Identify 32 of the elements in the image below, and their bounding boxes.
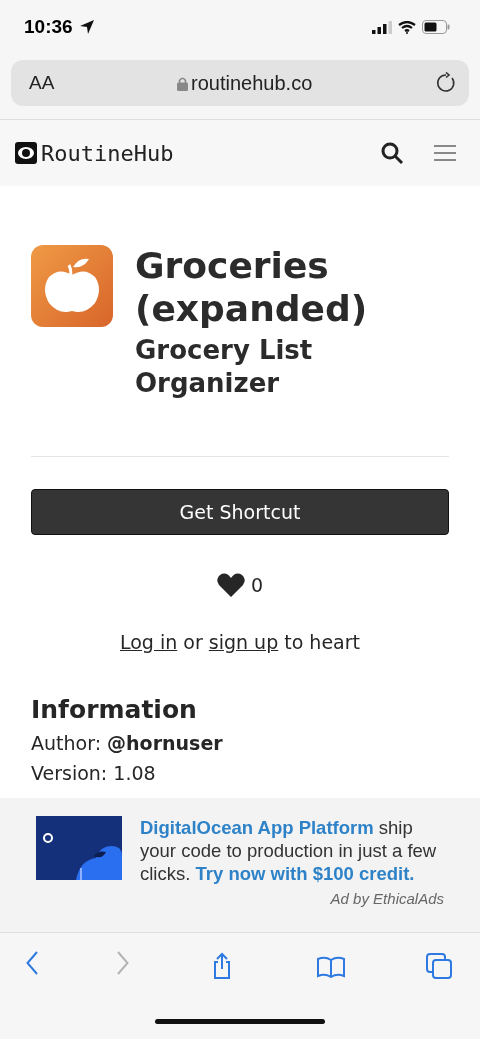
heart-prompt: Log in or sign up to heart xyxy=(118,631,361,653)
url-text: routinehub.co xyxy=(191,71,313,95)
apple-app-icon xyxy=(31,245,113,327)
signup-link[interactable]: sign up xyxy=(208,631,279,653)
information-line: Author: @hornuser xyxy=(31,731,224,756)
text-size-button[interactable]: AA xyxy=(29,72,55,94)
ad-text: DigitalOcean App Platform ship your code to production in just a few clicks. Try now with $100 credit. xyxy=(140,816,438,885)
lock-icon xyxy=(177,75,189,91)
back-icon xyxy=(26,951,38,975)
shortcut-title: Groceries (expanded) xyxy=(135,244,369,330)
location-arrow-icon xyxy=(78,19,95,35)
ad-headline-link[interactable]: DigitalOcean App Platform xyxy=(140,817,374,838)
battery-icon xyxy=(422,20,450,34)
heart-icon[interactable] xyxy=(216,573,245,597)
information-line: Version: 1.08 xyxy=(31,761,157,786)
ad-offer-link[interactable]: Try now with $100 credit. xyxy=(195,863,415,884)
tabs-icon xyxy=(424,951,454,981)
logo-icon xyxy=(15,142,37,164)
menu-icon xyxy=(434,145,456,161)
shortcut-subtitle: Grocery List Organizer xyxy=(135,334,314,400)
search-icon xyxy=(380,141,404,165)
information-heading: Information xyxy=(31,695,198,724)
login-link[interactable]: Log in xyxy=(119,631,178,653)
ad-credit[interactable]: Ad by EthicalAds xyxy=(330,890,444,907)
reload-icon[interactable] xyxy=(435,72,457,94)
wifi-icon xyxy=(398,20,416,34)
status-time: 10:36 xyxy=(24,16,73,38)
get-shortcut-button[interactable]: Get Shortcut xyxy=(31,489,449,535)
signal-icon xyxy=(372,20,392,34)
forward-icon xyxy=(116,951,129,975)
heart-count: 0 xyxy=(250,574,264,596)
address-bar[interactable]: AA routinehub.co xyxy=(11,60,469,106)
